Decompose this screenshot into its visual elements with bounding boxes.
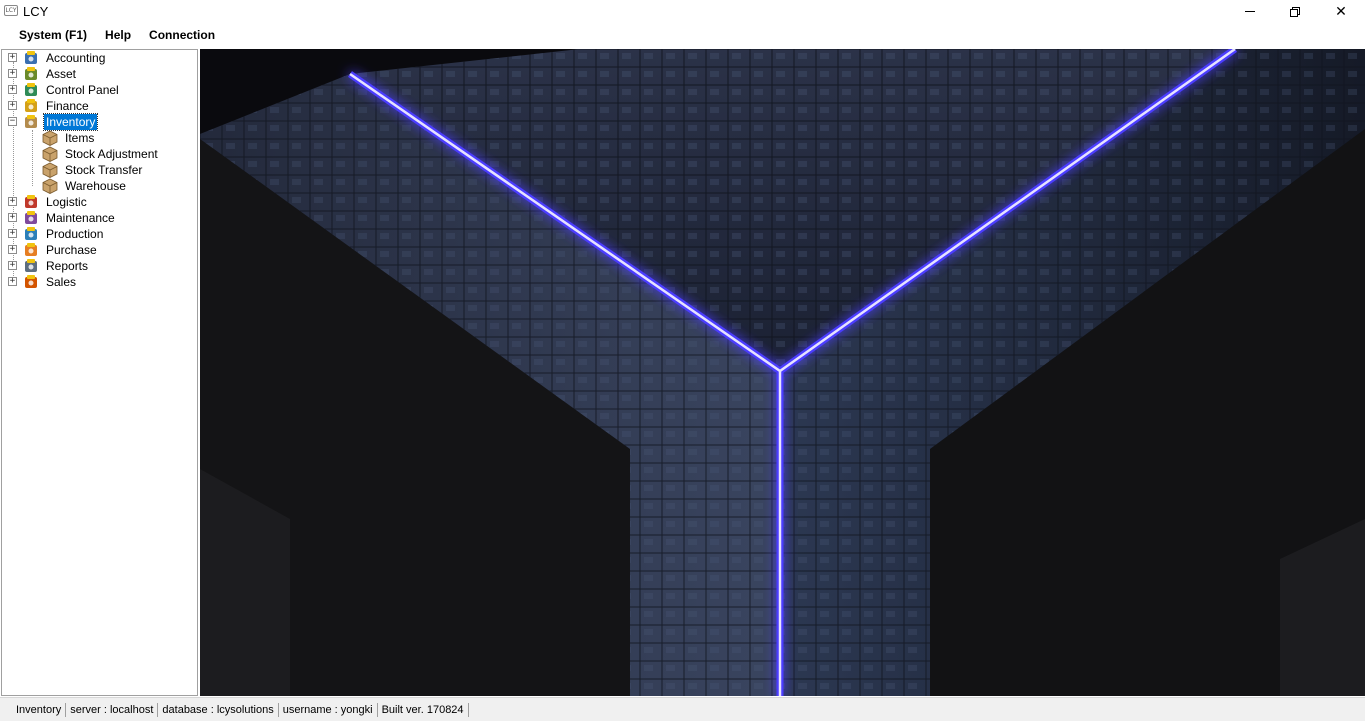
expand-icon[interactable]: + [8,101,17,110]
app-logo-icon: LCY [4,5,18,16]
box-icon [42,162,58,178]
inventory-icon [23,114,39,130]
minimize-button[interactable] [1227,0,1273,23]
tree-item-label: Stock Transfer [65,163,143,177]
close-button[interactable]: ✕ [1318,0,1364,23]
expand-icon[interactable]: + [8,69,17,78]
tree-item-label: Warehouse [65,179,126,193]
tree-item-asset[interactable]: + Asset [2,66,197,82]
tree-item-label: Production [46,227,104,241]
tree-item-purchase[interactable]: + Purchase [2,242,197,258]
tree-item-label: Control Panel [46,83,119,97]
menu-system[interactable]: System (F1) [12,23,94,48]
status-build-version: Built ver. 170824 [378,702,469,717]
tree-item-label: Purchase [46,243,97,257]
maintenance-icon [23,210,39,226]
tree-item-items[interactable]: Items [2,130,197,146]
minimize-icon [1245,11,1255,12]
tree-item-warehouse[interactable]: Warehouse [2,178,197,194]
status-database: database : lcysolutions [158,702,279,717]
restore-button[interactable] [1272,0,1318,23]
finance-icon [23,98,39,114]
title-bar: LCY LCY ✕ [0,0,1365,23]
tree-item-production[interactable]: + Production [2,226,197,242]
tree-item-label: Maintenance [46,211,115,225]
tree-item-logistic[interactable]: + Logistic [2,194,197,210]
box-icon [42,130,58,146]
window-title: LCY [23,4,49,19]
menu-help[interactable]: Help [98,23,138,48]
asset-icon [23,66,39,82]
expand-icon[interactable]: + [8,229,17,238]
expand-icon[interactable]: + [8,245,17,254]
circuit-cube-wallpaper-icon [200,49,1365,696]
expand-icon[interactable]: + [8,85,17,94]
expand-icon[interactable]: + [8,53,17,62]
tree-item-accounting[interactable]: + Accounting [2,50,197,66]
logistic-icon [23,194,39,210]
tree-item-label: Reports [46,259,89,273]
tree-item-finance[interactable]: + Finance [2,98,197,114]
status-module: Inventory [12,702,67,717]
sales-icon [23,274,39,290]
tree-item-control-panel[interactable]: + Control Panel [2,82,197,98]
tree-item-label: Asset [46,67,77,81]
main-background [200,49,1365,696]
expand-icon[interactable]: + [8,261,17,270]
purchase-icon [23,242,39,258]
restore-icon [1290,6,1300,17]
tree-item-sales[interactable]: + Sales [2,274,197,290]
accounting-icon [23,50,39,66]
control-panel-icon [23,82,39,98]
expand-icon[interactable]: + [8,277,17,286]
tree-item-inventory[interactable]: − Inventory [2,113,197,131]
tree-item-label: Inventory [42,113,99,131]
tree-item-label: Accounting [46,51,106,65]
tree-item-maintenance[interactable]: + Maintenance [2,210,197,226]
tree-item-stock-transfer[interactable]: Stock Transfer [2,162,197,178]
status-username: username : yongki [279,702,378,717]
production-icon [23,226,39,242]
box-icon [42,178,58,194]
tree-item-reports[interactable]: + Reports [2,258,197,274]
status-bar: Inventory server : localhost database : … [0,697,1365,721]
menu-bar: System (F1) Help Connection [0,23,1365,48]
menu-connection[interactable]: Connection [142,23,222,48]
tree-item-label: Stock Adjustment [65,147,158,161]
tree-item-label: Logistic [46,195,87,209]
tree-item-stock-adjustment[interactable]: Stock Adjustment [2,146,197,162]
collapse-icon[interactable]: − [8,117,17,126]
reports-icon [23,258,39,274]
expand-icon[interactable]: + [8,197,17,206]
tree-item-label: Sales [46,275,77,289]
status-server: server : localhost [66,702,159,717]
close-icon: ✕ [1335,3,1347,20]
tree-item-label: Items [65,131,95,145]
module-tree: + Accounting + Asset + Control Panel + Finance −… [2,50,197,290]
expand-icon[interactable]: + [8,213,17,222]
tree-item-label: Finance [46,99,89,113]
box-icon [42,146,58,162]
module-tree-panel: + Accounting + Asset + Control Panel + Finance −… [1,49,198,696]
